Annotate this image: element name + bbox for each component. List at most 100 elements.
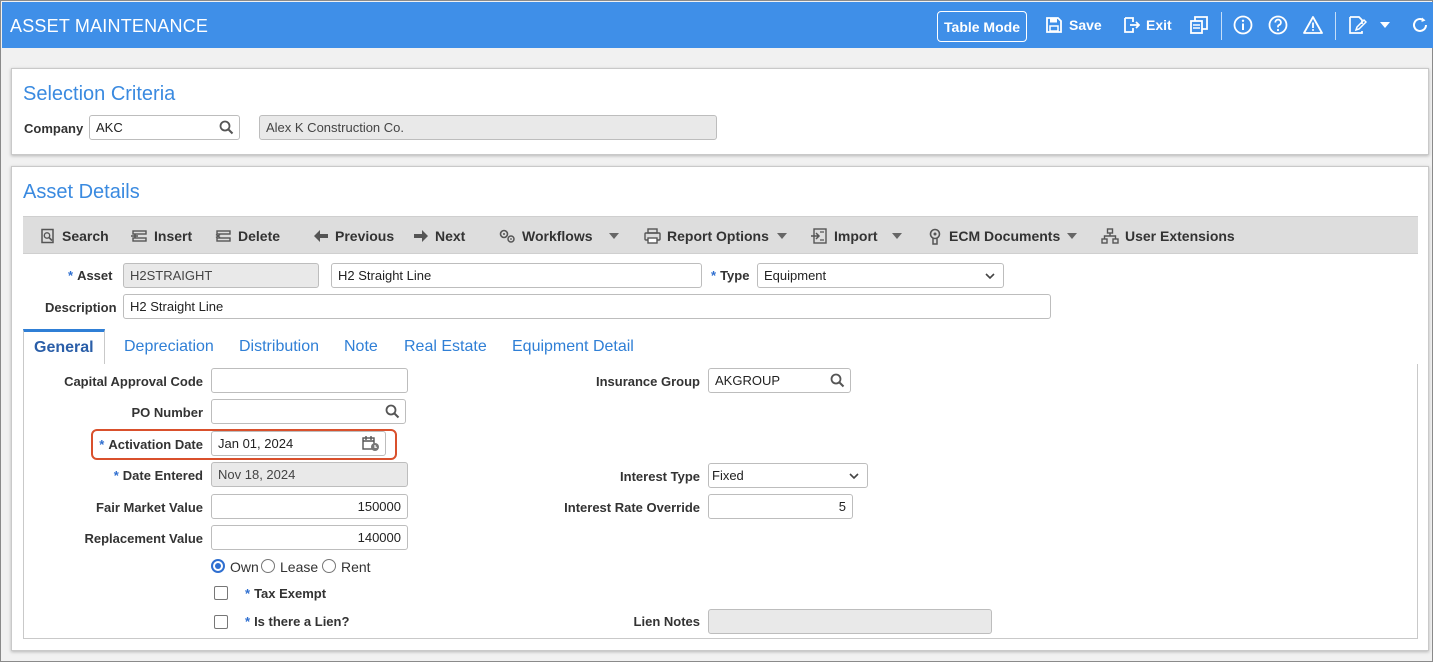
asset-name-input[interactable]: H2 Straight Line bbox=[331, 263, 702, 288]
insurance-group-input[interactable]: AKGROUP bbox=[708, 368, 851, 393]
insurance-group-value: AKGROUP bbox=[715, 373, 781, 388]
copy-icon[interactable] bbox=[1189, 15, 1209, 35]
search-label: Search bbox=[62, 228, 109, 244]
tab-real-estate[interactable]: Real Estate bbox=[404, 329, 487, 365]
search-icon[interactable] bbox=[830, 373, 845, 388]
delete-button[interactable]: Delete bbox=[215, 217, 280, 255]
ownership-rent-label: Rent bbox=[341, 559, 371, 575]
search-doc-icon bbox=[41, 228, 54, 244]
date-entered-field: Nov 18, 2024 bbox=[211, 462, 408, 487]
tab-general[interactable]: General bbox=[23, 329, 105, 365]
capital-approval-input[interactable] bbox=[211, 368, 408, 393]
date-entered-label-text: Date Entered bbox=[122, 468, 203, 483]
company-input[interactable]: AKC bbox=[89, 115, 240, 140]
search-button[interactable]: Search bbox=[40, 217, 109, 255]
required-marker: * bbox=[68, 268, 74, 283]
insert-icon bbox=[131, 230, 147, 242]
tab-depreciation[interactable]: Depreciation bbox=[124, 329, 214, 365]
insert-label: Insert bbox=[154, 228, 193, 244]
interest-rate-label: Interest Rate Override bbox=[564, 500, 700, 515]
import-icon bbox=[811, 228, 827, 244]
replacement-value: 140000 bbox=[357, 530, 401, 545]
required-marker: * bbox=[245, 614, 251, 629]
lien-notes-field bbox=[708, 609, 992, 634]
interest-rate-input[interactable]: 5 bbox=[708, 494, 853, 519]
selection-criteria-title: Selection Criteria bbox=[23, 83, 176, 105]
selection-criteria-panel: Selection Criteria Company AKC Alex K Co… bbox=[11, 68, 1429, 155]
import-label: Import bbox=[834, 228, 878, 244]
workflows-button[interactable]: Workflows bbox=[498, 217, 593, 255]
type-select[interactable]: Equipment bbox=[757, 263, 1004, 288]
exit-button[interactable]: Exit bbox=[1122, 2, 1172, 48]
asset-details-title: Asset Details bbox=[23, 181, 140, 203]
search-icon[interactable] bbox=[385, 404, 400, 419]
replacement-label: Replacement Value bbox=[84, 531, 204, 546]
warning-icon[interactable] bbox=[1303, 15, 1323, 35]
company-label: Company bbox=[24, 121, 84, 136]
report-options-button[interactable]: Report Options bbox=[644, 217, 769, 255]
previous-label: Previous bbox=[335, 228, 395, 244]
app-title: ASSET MAINTENANCE bbox=[10, 16, 209, 36]
type-value: Equipment bbox=[764, 268, 827, 283]
fair-market-input[interactable]: 150000 bbox=[211, 494, 408, 519]
search-icon[interactable] bbox=[219, 120, 234, 135]
hierarchy-icon bbox=[1101, 228, 1119, 244]
report-options-dropdown-caret[interactable] bbox=[777, 233, 787, 239]
interest-type-value: Fixed bbox=[712, 468, 744, 483]
report-options-label: Report Options bbox=[667, 228, 769, 244]
ownership-rent-radio[interactable] bbox=[322, 559, 336, 573]
tab-equipment-detail[interactable]: Equipment Detail bbox=[512, 329, 634, 365]
exit-icon bbox=[1124, 17, 1140, 33]
info-icon[interactable] bbox=[1233, 15, 1253, 35]
previous-button[interactable]: Previous bbox=[313, 217, 394, 255]
insert-button[interactable]: Insert bbox=[131, 217, 192, 255]
ownership-own-radio[interactable] bbox=[211, 559, 225, 573]
description-value: H2 Straight Line bbox=[130, 299, 224, 314]
import-dropdown-caret[interactable] bbox=[892, 233, 902, 239]
date-entered-label: * Date Entered bbox=[114, 468, 203, 483]
delete-icon bbox=[215, 230, 231, 242]
tab-distribution[interactable]: Distribution bbox=[239, 329, 319, 365]
asset-code-value: H2STRAIGHT bbox=[130, 268, 213, 283]
tax-exempt-checkbox[interactable] bbox=[214, 586, 228, 600]
asset-label: * Asset bbox=[68, 268, 112, 283]
tab-note[interactable]: Note bbox=[344, 329, 378, 365]
table-mode-button[interactable]: Table Mode bbox=[937, 11, 1027, 42]
refresh-icon[interactable] bbox=[1410, 15, 1430, 35]
edit-icon[interactable] bbox=[1347, 15, 1367, 35]
activation-date-highlight bbox=[91, 429, 397, 460]
interest-type-label: Interest Type bbox=[620, 469, 700, 484]
lien-checkbox[interactable] bbox=[214, 615, 228, 629]
arrow-right-icon bbox=[414, 230, 428, 242]
po-number-input[interactable] bbox=[211, 399, 406, 424]
next-button[interactable]: Next bbox=[413, 217, 465, 255]
lien-label-text: Is there a Lien? bbox=[254, 614, 350, 629]
asset-code-field: H2STRAIGHT bbox=[123, 263, 319, 288]
fair-market-label: Fair Market Value bbox=[96, 500, 203, 515]
user-extensions-label: User Extensions bbox=[1125, 228, 1235, 244]
insurance-group-label: Insurance Group bbox=[595, 374, 700, 389]
chevron-down-icon bbox=[849, 473, 859, 480]
interest-rate-value: 5 bbox=[838, 499, 846, 514]
arrow-left-icon bbox=[314, 230, 328, 242]
required-marker: * bbox=[113, 468, 119, 483]
user-extensions-button[interactable]: User Extensions bbox=[1101, 217, 1235, 255]
description-input[interactable]: H2 Straight Line bbox=[123, 294, 1051, 319]
ecm-documents-button[interactable]: ECM Documents bbox=[927, 217, 1060, 255]
interest-type-select[interactable]: Fixed bbox=[708, 463, 868, 488]
toolbar-divider bbox=[1221, 12, 1222, 40]
workflows-label: Workflows bbox=[522, 228, 593, 244]
ownership-own-label: Own bbox=[230, 559, 259, 575]
chevron-down-icon[interactable] bbox=[1378, 20, 1392, 30]
ecm-documents-dropdown-caret[interactable] bbox=[1067, 233, 1077, 239]
toolbar-divider bbox=[1335, 12, 1336, 40]
save-button[interactable]: Save bbox=[1045, 2, 1102, 48]
ecm-icon bbox=[929, 228, 941, 245]
workflows-dropdown-caret[interactable] bbox=[609, 233, 619, 239]
ownership-lease-radio[interactable] bbox=[261, 559, 275, 573]
type-label: * Type bbox=[711, 268, 749, 283]
replacement-input[interactable]: 140000 bbox=[211, 525, 408, 550]
import-button[interactable]: Import bbox=[811, 217, 878, 255]
help-icon[interactable] bbox=[1268, 15, 1288, 35]
chevron-down-icon bbox=[985, 273, 995, 280]
